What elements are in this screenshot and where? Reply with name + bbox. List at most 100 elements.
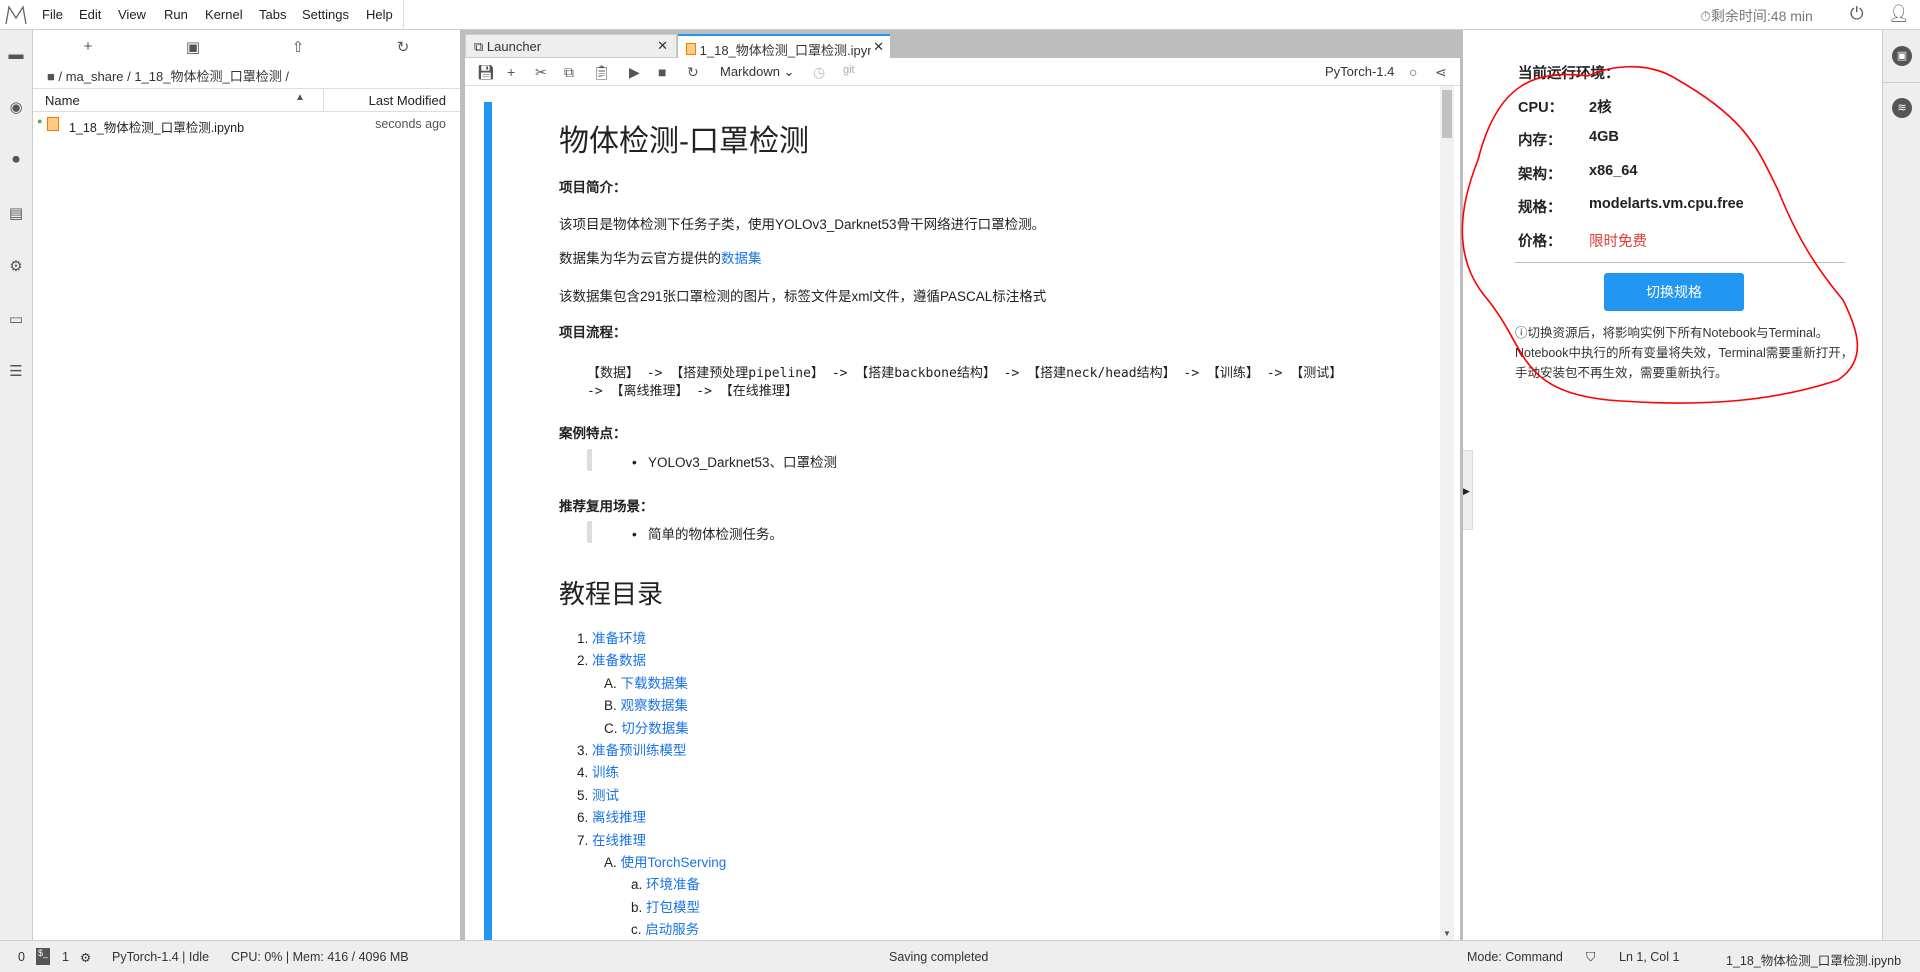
insert-cell-icon[interactable]: + [507, 64, 515, 80]
resource-panel: ▶ 当前运行环境： CPU： 2核 内存： 4GB 架构： x86_64 规格：… [1461, 30, 1882, 940]
toc-link[interactable]: 在线推理 [592, 833, 646, 848]
close-icon[interactable]: ✕ [871, 39, 884, 55]
upload-icon[interactable]: ⇧ [288, 38, 308, 56]
notebook-panel: 💾︎ + ✂ ⧉ 📋︎ ▶ ■ ↻ Markdown ⌄ ◷ git PyTor… [465, 58, 1460, 940]
notebook-title: 物体检测-口罩检测 [559, 125, 809, 158]
notebook-file-icon [47, 117, 59, 131]
terminal-count[interactable]: 0 [18, 950, 25, 964]
file-list-header: Name ▲ Last Modified [33, 88, 460, 112]
toc-number: B. [604, 698, 617, 714]
trust-icon[interactable]: ⛉ [1586, 950, 1595, 965]
kernel-count[interactable]: 1 [62, 950, 69, 964]
menu-edit[interactable]: Edit [79, 7, 101, 22]
column-last-modified[interactable]: Last Modified [369, 93, 446, 108]
current-file: 1_18_物体检测_口罩检测.ipynb [1726, 954, 1902, 968]
copy-icon[interactable]: ⧉ [564, 64, 574, 81]
toc-item: 1. 准备环境 [577, 627, 646, 647]
menu-file[interactable]: File [42, 7, 63, 22]
menu-help[interactable]: Help [366, 7, 393, 22]
mode-indicator[interactable]: Mode: Command [1467, 950, 1563, 964]
menu-run[interactable]: Run [164, 7, 188, 22]
scenario-quote: • 简单的物体检测任务。 [587, 521, 783, 543]
menu-view[interactable]: View [118, 7, 146, 22]
tab-launcher[interactable]: ⧉ Launcher ✕ [465, 34, 677, 58]
save-icon[interactable]: 💾︎ [477, 64, 495, 81]
toc-icon[interactable]: ☰ [7, 363, 25, 381]
toc-link[interactable]: 离线推理 [592, 810, 646, 825]
toc-link[interactable]: 环境准备 [646, 877, 700, 892]
scroll-down-icon[interactable]: ▼ [1443, 929, 1451, 938]
power-icon[interactable]: ⏻ [1850, 4, 1863, 24]
toc-link[interactable]: 准备数据 [592, 653, 646, 668]
kernel-icon[interactable]: ⚙ [80, 950, 91, 965]
kernel-status[interactable]: PyTorch-1.4 | Idle [112, 950, 209, 964]
menu-tabs[interactable]: Tabs [259, 7, 286, 22]
column-name[interactable]: Name [45, 93, 80, 108]
toc-item: a. 环境准备 [631, 873, 700, 893]
kernel-name[interactable]: PyTorch-1.4 [1325, 64, 1394, 79]
toc-link[interactable]: 下载数据集 [621, 676, 689, 691]
dataset-link[interactable]: 数据集 [721, 251, 762, 266]
toc-number: a. [631, 877, 643, 893]
collapse-handle-icon[interactable]: ▶ [1463, 450, 1473, 530]
terminal-icon[interactable]: $_ [36, 948, 50, 965]
refresh-icon[interactable]: ↻ [393, 38, 413, 56]
features-item: • YOLOv3_Darknet53、口罩检测 [632, 455, 838, 470]
extensions-icon[interactable]: ⚙ [7, 258, 25, 276]
commands-icon[interactable]: ▤ [7, 205, 25, 223]
toc-link[interactable]: 准备预训练模型 [592, 743, 687, 758]
toc-link[interactable]: 使用TorchServing [621, 855, 727, 870]
clock-icon[interactable]: ◷ [813, 64, 825, 81]
kernel-status-icon: ○ [1409, 64, 1418, 80]
stop-circle-icon[interactable]: ⏺ [7, 151, 25, 169]
toc-link[interactable]: 训练 [592, 765, 619, 780]
tabs-icon[interactable]: ▭ [7, 311, 25, 329]
file-name: 1_18_物体检测_口罩检测.ipynb [69, 121, 245, 135]
toc-item: 5. 测试 [577, 784, 619, 804]
paste-icon[interactable]: 📋︎ [593, 64, 611, 81]
toc-item: 2. 准备数据 [577, 649, 646, 669]
breadcrumb[interactable]: ■ / ma_share / 1_18_物体检测_口罩检测 / [47, 66, 289, 85]
sort-asc-icon[interactable]: ▲ [295, 92, 305, 103]
user-icon[interactable]: 👤︎ [1888, 4, 1910, 24]
toc-item: c. 启动服务 [631, 918, 699, 938]
git-button[interactable]: git [843, 64, 855, 76]
file-row[interactable]: ● 1_18_物体检测_口罩检测.ipynb seconds ago [33, 114, 460, 136]
intro-paragraph: 该项目是物体检测下任务子类，使用YOLOv3_Darknet53骨干网络进行口罩… [559, 217, 1046, 232]
toc-link[interactable]: 测试 [592, 788, 619, 803]
folder-icon: ■ [47, 69, 59, 84]
toc-item: C. 切分数据集 [604, 717, 689, 737]
toc-number: 3. [577, 743, 589, 758]
share-icon[interactable]: ⋖ [1435, 64, 1447, 81]
stop-icon[interactable]: ■ [658, 64, 666, 80]
running-icon[interactable]: ◉ [7, 99, 25, 117]
monitor-icon[interactable]: ▣ [1892, 46, 1912, 66]
dataset-paragraph: 数据集为华为云官方提供的数据集 [559, 251, 762, 266]
toc-link[interactable]: 启动服务 [645, 922, 699, 937]
toc-link[interactable]: 观察数据集 [621, 698, 689, 713]
resource-usage: CPU: 0% | Mem: 416 / 4096 MB [231, 950, 409, 964]
cell-type-select[interactable]: Markdown ⌄ [720, 64, 794, 80]
restart-icon[interactable]: ↻ [687, 64, 699, 81]
right-sidebar: ▣ ≋ [1882, 30, 1920, 940]
close-icon[interactable]: ✕ [657, 38, 668, 54]
toc-link[interactable]: 准备环境 [592, 631, 646, 646]
new-launcher-icon[interactable]: + [78, 38, 98, 55]
toc-link[interactable]: 切分数据集 [621, 721, 689, 736]
new-folder-icon[interactable]: ▣ [183, 38, 203, 56]
menu-kernel[interactable]: Kernel [205, 7, 243, 22]
toc-number: 1. [577, 631, 589, 646]
run-icon[interactable]: ▶ [629, 64, 640, 81]
status-bar: 0 $_ 1 ⚙ PyTorch-1.4 | Idle CPU: 0% | Me… [0, 940, 1920, 972]
toc-number: 6. [577, 810, 589, 826]
cut-icon[interactable]: ✂ [535, 64, 547, 81]
folder-icon[interactable]: ▬ [7, 46, 25, 64]
menu-settings[interactable]: Settings [302, 7, 349, 22]
cursor-position[interactable]: Ln 1, Col 1 [1619, 950, 1679, 964]
layers-icon[interactable]: ≋ [1892, 98, 1912, 118]
notebook-icon [686, 43, 696, 55]
tab-notebook[interactable]: 1_18_物体检测_口罩检测.ipynb ✕ [678, 34, 890, 58]
running-dot-icon: ● [37, 116, 43, 126]
toc-link[interactable]: 打包模型 [646, 900, 700, 915]
scenario-heading: 推荐复用场景： [559, 499, 654, 514]
